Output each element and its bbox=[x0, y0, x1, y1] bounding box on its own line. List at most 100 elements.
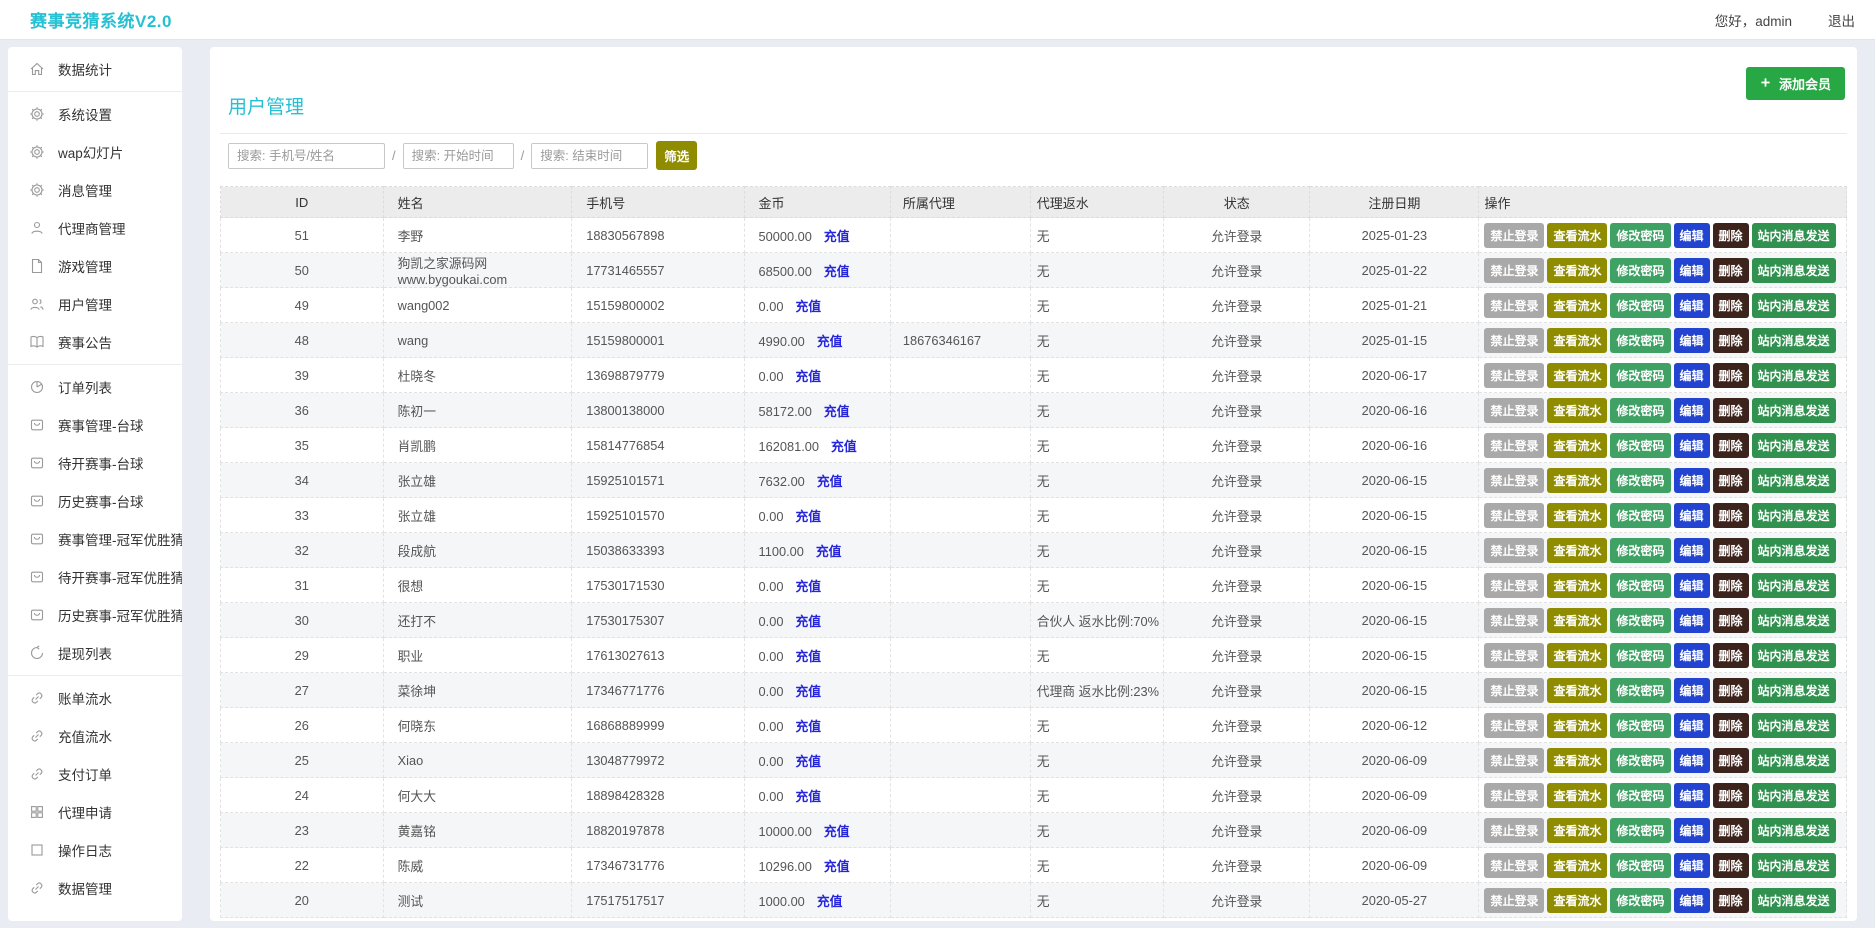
sidebar-item-game-mgmt[interactable]: 游戏管理 bbox=[8, 247, 182, 285]
forbid-login-button[interactable]: 禁止登录 bbox=[1484, 538, 1544, 563]
change-password-button[interactable]: 修改密码 bbox=[1610, 678, 1670, 703]
recharge-link[interactable]: 充值 bbox=[831, 439, 857, 454]
change-password-button[interactable]: 修改密码 bbox=[1610, 538, 1670, 563]
recharge-link[interactable]: 充值 bbox=[795, 614, 821, 629]
view-flow-button[interactable]: 查看流水 bbox=[1547, 468, 1607, 493]
view-flow-button[interactable]: 查看流水 bbox=[1547, 818, 1607, 843]
recharge-link[interactable]: 充值 bbox=[795, 299, 821, 314]
delete-button[interactable]: 删除 bbox=[1713, 468, 1749, 493]
recharge-link[interactable]: 充值 bbox=[795, 509, 821, 524]
site-message-button[interactable]: 站内消息发送 bbox=[1752, 853, 1836, 878]
change-password-button[interactable]: 修改密码 bbox=[1610, 433, 1670, 458]
recharge-link[interactable]: 充值 bbox=[816, 544, 842, 559]
forbid-login-button[interactable]: 禁止登录 bbox=[1484, 503, 1544, 528]
delete-button[interactable]: 删除 bbox=[1713, 608, 1749, 633]
forbid-login-button[interactable]: 禁止登录 bbox=[1484, 468, 1544, 493]
delete-button[interactable]: 删除 bbox=[1713, 538, 1749, 563]
sidebar-item-data-stats[interactable]: 数据统计 bbox=[8, 50, 182, 88]
change-password-button[interactable]: 修改密码 bbox=[1610, 818, 1670, 843]
change-password-button[interactable]: 修改密码 bbox=[1610, 853, 1670, 878]
sidebar-item-pay-orders[interactable]: 支付订单 bbox=[8, 755, 182, 793]
site-message-button[interactable]: 站内消息发送 bbox=[1752, 818, 1836, 843]
view-flow-button[interactable]: 查看流水 bbox=[1547, 783, 1607, 808]
view-flow-button[interactable]: 查看流水 bbox=[1547, 853, 1607, 878]
edit-button[interactable]: 编辑 bbox=[1674, 433, 1710, 458]
sidebar-item-op-logs[interactable]: 操作日志 bbox=[8, 831, 182, 869]
edit-button[interactable]: 编辑 bbox=[1674, 853, 1710, 878]
recharge-link[interactable]: 充值 bbox=[795, 719, 821, 734]
delete-button[interactable]: 删除 bbox=[1713, 853, 1749, 878]
view-flow-button[interactable]: 查看流水 bbox=[1547, 573, 1607, 598]
sidebar-item-match-mgmt-champion[interactable]: 赛事管理-冠军优胜猜 bbox=[8, 520, 182, 558]
search-start-time-input[interactable] bbox=[403, 143, 514, 169]
site-message-button[interactable]: 站内消息发送 bbox=[1752, 363, 1836, 388]
site-message-button[interactable]: 站内消息发送 bbox=[1752, 293, 1836, 318]
change-password-button[interactable]: 修改密码 bbox=[1610, 888, 1670, 913]
recharge-link[interactable]: 充值 bbox=[795, 369, 821, 384]
forbid-login-button[interactable]: 禁止登录 bbox=[1484, 398, 1544, 423]
delete-button[interactable]: 删除 bbox=[1713, 783, 1749, 808]
view-flow-button[interactable]: 查看流水 bbox=[1547, 608, 1607, 633]
delete-button[interactable]: 删除 bbox=[1713, 503, 1749, 528]
edit-button[interactable]: 编辑 bbox=[1674, 503, 1710, 528]
delete-button[interactable]: 删除 bbox=[1713, 328, 1749, 353]
site-message-button[interactable]: 站内消息发送 bbox=[1752, 783, 1836, 808]
edit-button[interactable]: 编辑 bbox=[1674, 363, 1710, 388]
site-message-button[interactable]: 站内消息发送 bbox=[1752, 468, 1836, 493]
view-flow-button[interactable]: 查看流水 bbox=[1547, 888, 1607, 913]
add-member-button[interactable]: 添加会员 bbox=[1746, 67, 1845, 100]
sidebar-item-wap-slides[interactable]: wap幻灯片 bbox=[8, 133, 182, 171]
site-message-button[interactable]: 站内消息发送 bbox=[1752, 608, 1836, 633]
change-password-button[interactable]: 修改密码 bbox=[1610, 608, 1670, 633]
view-flow-button[interactable]: 查看流水 bbox=[1547, 433, 1607, 458]
delete-button[interactable]: 删除 bbox=[1713, 818, 1749, 843]
recharge-link[interactable]: 充值 bbox=[817, 334, 843, 349]
forbid-login-button[interactable]: 禁止登录 bbox=[1484, 433, 1544, 458]
change-password-button[interactable]: 修改密码 bbox=[1610, 573, 1670, 598]
forbid-login-button[interactable]: 禁止登录 bbox=[1484, 818, 1544, 843]
forbid-login-button[interactable]: 禁止登录 bbox=[1484, 328, 1544, 353]
sidebar-item-agent-apply[interactable]: 代理申请 bbox=[8, 793, 182, 831]
view-flow-button[interactable]: 查看流水 bbox=[1547, 713, 1607, 738]
forbid-login-button[interactable]: 禁止登录 bbox=[1484, 293, 1544, 318]
site-message-button[interactable]: 站内消息发送 bbox=[1752, 398, 1836, 423]
edit-button[interactable]: 编辑 bbox=[1674, 223, 1710, 248]
site-message-button[interactable]: 站内消息发送 bbox=[1752, 223, 1836, 248]
change-password-button[interactable]: 修改密码 bbox=[1610, 713, 1670, 738]
forbid-login-button[interactable]: 禁止登录 bbox=[1484, 853, 1544, 878]
site-message-button[interactable]: 站内消息发送 bbox=[1752, 888, 1836, 913]
forbid-login-button[interactable]: 禁止登录 bbox=[1484, 363, 1544, 388]
change-password-button[interactable]: 修改密码 bbox=[1610, 328, 1670, 353]
delete-button[interactable]: 删除 bbox=[1713, 643, 1749, 668]
sidebar-item-recharge-flow[interactable]: 充值流水 bbox=[8, 717, 182, 755]
delete-button[interactable]: 删除 bbox=[1713, 398, 1749, 423]
site-message-button[interactable]: 站内消息发送 bbox=[1752, 503, 1836, 528]
edit-button[interactable]: 编辑 bbox=[1674, 713, 1710, 738]
delete-button[interactable]: 删除 bbox=[1713, 293, 1749, 318]
forbid-login-button[interactable]: 禁止登录 bbox=[1484, 223, 1544, 248]
change-password-button[interactable]: 修改密码 bbox=[1610, 783, 1670, 808]
site-message-button[interactable]: 站内消息发送 bbox=[1752, 538, 1836, 563]
delete-button[interactable]: 删除 bbox=[1713, 433, 1749, 458]
delete-button[interactable]: 删除 bbox=[1713, 573, 1749, 598]
recharge-link[interactable]: 充值 bbox=[824, 229, 850, 244]
view-flow-button[interactable]: 查看流水 bbox=[1547, 223, 1607, 248]
search-end-time-input[interactable] bbox=[531, 143, 648, 169]
change-password-button[interactable]: 修改密码 bbox=[1610, 503, 1670, 528]
view-flow-button[interactable]: 查看流水 bbox=[1547, 258, 1607, 283]
logout-link[interactable]: 退出 bbox=[1828, 10, 1855, 30]
site-message-button[interactable]: 站内消息发送 bbox=[1752, 328, 1836, 353]
view-flow-button[interactable]: 查看流水 bbox=[1547, 363, 1607, 388]
forbid-login-button[interactable]: 禁止登录 bbox=[1484, 573, 1544, 598]
view-flow-button[interactable]: 查看流水 bbox=[1547, 748, 1607, 773]
sidebar-item-user-mgmt[interactable]: 用户管理 bbox=[8, 285, 182, 323]
sidebar-item-agent-mgmt[interactable]: 代理商管理 bbox=[8, 209, 182, 247]
change-password-button[interactable]: 修改密码 bbox=[1610, 223, 1670, 248]
site-message-button[interactable]: 站内消息发送 bbox=[1752, 748, 1836, 773]
search-phone-name-input[interactable] bbox=[228, 143, 385, 169]
recharge-link[interactable]: 充值 bbox=[795, 649, 821, 664]
forbid-login-button[interactable]: 禁止登录 bbox=[1484, 713, 1544, 738]
site-message-button[interactable]: 站内消息发送 bbox=[1752, 678, 1836, 703]
sidebar-item-data-mgmt[interactable]: 数据管理 bbox=[8, 869, 182, 907]
view-flow-button[interactable]: 查看流水 bbox=[1547, 538, 1607, 563]
